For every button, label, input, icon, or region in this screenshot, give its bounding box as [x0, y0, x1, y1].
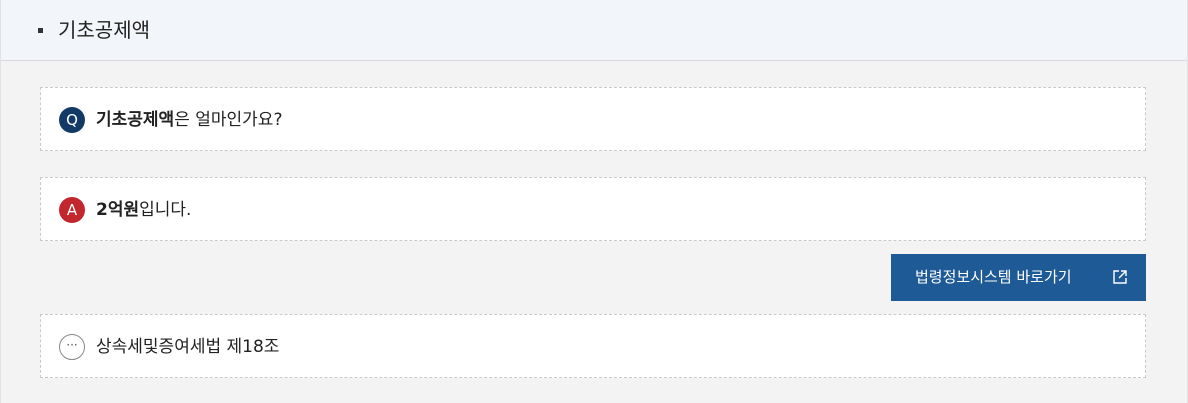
law-info-system-button[interactable]: 법령정보시스템 바로가기 [891, 254, 1146, 301]
faq-panel: 기초공제액 Q 기초공제액은 얼마인가요? A 2억원입니다. 법령정보시스템 … [0, 0, 1188, 403]
answer-badge-icon: A [59, 197, 85, 223]
question-card: Q 기초공제액은 얼마인가요? [40, 87, 1146, 151]
section-header: 기초공제액 [1, 0, 1187, 61]
answer-rest: 입니다. [139, 200, 192, 220]
section-title: 기초공제액 [58, 18, 150, 42]
question-badge-icon: Q [59, 107, 85, 133]
question-rest: 은 얼마인가요? [174, 110, 283, 130]
answer-text: 2억원입니다. [96, 197, 191, 223]
law-reference-text: 상속세및증여세법 제18조 [96, 337, 280, 357]
question-keyword: 기초공제액 [96, 110, 175, 130]
law-info-system-button-label: 법령정보시스템 바로가기 [915, 268, 1072, 286]
more-icon: ··· [59, 334, 85, 360]
answer-card: A 2억원입니다. [40, 177, 1146, 241]
bullet-icon [38, 28, 43, 33]
question-text: 기초공제액은 얼마인가요? [96, 107, 282, 133]
external-link-icon [1113, 270, 1127, 284]
law-reference-card: ··· 상속세및증여세법 제18조 [40, 314, 1146, 378]
answer-value: 2억원 [96, 200, 140, 220]
